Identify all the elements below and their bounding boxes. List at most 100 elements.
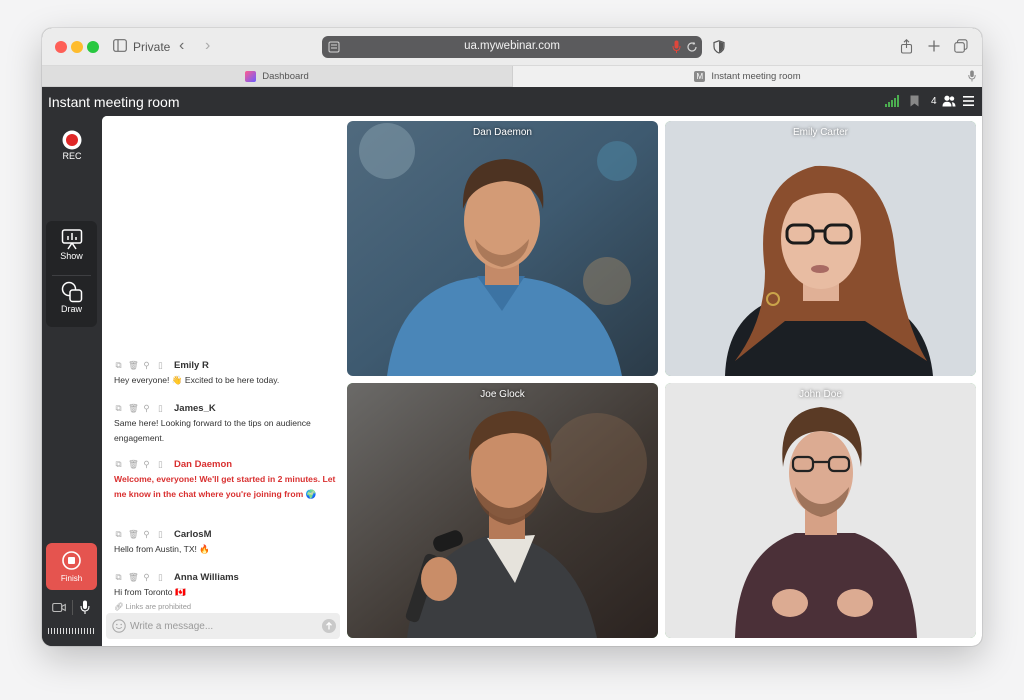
- trash-icon[interactable]: 🗑: [128, 403, 139, 414]
- record-label: REC: [62, 151, 82, 161]
- copy-icon[interactable]: ⧉: [114, 403, 123, 414]
- bookmark-icon[interactable]: ▯: [156, 403, 165, 414]
- message-author: Emily R: [174, 359, 209, 371]
- browser-window: Private ‹ › ua.mywebinar.com Dashboard M…: [42, 28, 982, 646]
- chat-message: ⧉ 🗑 ⚲ ▯ James_K Same here! Looking forwa…: [114, 401, 338, 445]
- participant-name: Dan Daemon: [473, 127, 532, 138]
- privacy-shield-icon[interactable]: [713, 40, 725, 54]
- bookmark-icon[interactable]: ▯: [156, 572, 165, 583]
- video-tile-joe-glock[interactable]: Joe Glock: [347, 383, 658, 638]
- trash-icon[interactable]: 🗑: [128, 529, 139, 540]
- copy-icon[interactable]: ⧉: [114, 459, 123, 470]
- signal-strength-icon: [885, 95, 899, 107]
- share-icon[interactable]: [900, 39, 913, 54]
- browser-titlebar: Private ‹ › ua.mywebinar.com: [42, 28, 982, 66]
- close-window-button[interactable]: [55, 41, 67, 53]
- tab-dashboard[interactable]: Dashboard: [42, 66, 512, 87]
- record-icon: [62, 130, 82, 150]
- send-icon[interactable]: [322, 619, 336, 633]
- message-text: Hey everyone! 👋 Excited to be here today…: [114, 375, 280, 385]
- m-favicon-icon: M: [694, 71, 706, 82]
- copy-icon[interactable]: ⧉: [114, 360, 123, 371]
- sidebar-toggle-icon[interactable]: [113, 39, 127, 55]
- message-author: Dan Daemon: [174, 458, 233, 470]
- url-text: ua.mywebinar.com: [464, 40, 560, 52]
- microphone-icon[interactable]: [80, 600, 90, 615]
- video-tile-john-doe[interactable]: John Doe: [665, 383, 976, 638]
- message-input[interactable]: [130, 618, 310, 634]
- participants-icon[interactable]: [942, 95, 956, 107]
- minimize-window-button[interactable]: [71, 41, 83, 53]
- chat-message: ⧉ 🗑 ⚲ ▯ Anna Williams Hi from Toronto 🇨🇦: [114, 570, 338, 600]
- chat-input-box: [106, 613, 340, 639]
- emoji-icon[interactable]: [112, 619, 126, 633]
- tab-label: Dashboard: [262, 71, 309, 82]
- divider: [52, 275, 91, 276]
- message-author: Anna Williams: [174, 571, 239, 583]
- draw-label: Draw: [60, 304, 82, 314]
- tab-instant-meeting-room[interactable]: M Instant meeting room: [512, 66, 982, 87]
- gamepad-favicon-icon: [245, 71, 257, 82]
- participant-video: [347, 383, 658, 638]
- zoom-window-button[interactable]: [87, 41, 99, 53]
- forward-arrow-icon[interactable]: ›: [205, 38, 210, 54]
- left-toolbar: REC Show Draw Finish: [42, 116, 102, 646]
- chat-message: ⧉ 🗑 ⚲ ▯ CarlosM Hello from Austin, TX! 🔥: [114, 527, 338, 557]
- bookmark-icon[interactable]: ▯: [156, 529, 165, 540]
- message-text: Hi from Toronto 🇨🇦: [114, 587, 186, 597]
- pin-icon[interactable]: ⚲: [142, 360, 151, 371]
- participant-video: [347, 121, 658, 376]
- divider: [72, 600, 73, 615]
- tab-label: Instant meeting room: [711, 71, 801, 82]
- participant-video: [665, 383, 976, 638]
- bookmark-icon[interactable]: ▯: [156, 459, 165, 470]
- draw-button[interactable]: Draw: [46, 281, 97, 314]
- microphone-icon[interactable]: [968, 70, 976, 82]
- private-mode-label: Private: [133, 40, 171, 54]
- link-icon: 🔗︎: [114, 602, 124, 611]
- audio-level-meter: [48, 628, 96, 634]
- trash-icon[interactable]: 🗑: [128, 572, 139, 583]
- microphone-active-icon[interactable]: [672, 40, 681, 54]
- new-tab-plus-icon[interactable]: [928, 40, 940, 52]
- chat-message: ⧉ 🗑 ⚲ ▯ Emily R Hey everyone! 👋 Excited …: [114, 358, 338, 388]
- participant-name: John Doe: [799, 389, 842, 400]
- participant-video: [665, 121, 976, 376]
- bookmark-icon[interactable]: ▯: [156, 360, 165, 371]
- stop-icon: [62, 551, 81, 570]
- bookmark-icon[interactable]: [910, 95, 919, 107]
- show-button[interactable]: Show: [46, 228, 97, 261]
- address-bar[interactable]: ua.mywebinar.com: [322, 36, 702, 58]
- links-note-text: Links are prohibited: [125, 602, 192, 611]
- browser-tab-bar: Dashboard M Instant meeting room: [42, 66, 982, 87]
- pin-icon[interactable]: ⚲: [142, 403, 151, 414]
- participant-count: 4: [931, 96, 937, 107]
- pin-icon[interactable]: ⚲: [142, 459, 151, 470]
- message-text: Welcome, everyone! We'll get started in …: [114, 474, 336, 499]
- tab-overview-icon[interactable]: [954, 39, 968, 53]
- pin-icon[interactable]: ⚲: [142, 529, 151, 540]
- message-text: Same here! Looking forward to the tips o…: [114, 418, 311, 443]
- video-tile-dan-daemon[interactable]: Dan Daemon: [347, 121, 658, 376]
- chat-panel: ⧉ 🗑 ⚲ ▯ Emily R Hey everyone! 👋 Excited …: [102, 116, 344, 646]
- message-text: Hello from Austin, TX! 🔥: [114, 544, 211, 554]
- copy-icon[interactable]: ⧉: [114, 572, 123, 583]
- show-label: Show: [60, 251, 83, 261]
- app-header: Instant meeting room 4: [42, 87, 982, 116]
- participant-name: Joe Glock: [480, 389, 525, 400]
- record-button[interactable]: REC: [42, 130, 102, 161]
- menu-hamburger-icon[interactable]: [963, 96, 974, 106]
- message-author: James_K: [174, 402, 216, 414]
- trash-icon[interactable]: 🗑: [128, 360, 139, 371]
- finish-label: Finish: [60, 574, 83, 583]
- meeting-main: ⧉ 🗑 ⚲ ▯ Emily R Hey everyone! 👋 Excited …: [102, 116, 982, 646]
- trash-icon[interactable]: 🗑: [128, 459, 139, 470]
- finish-button[interactable]: Finish: [46, 543, 97, 590]
- shapes-icon: [61, 281, 82, 303]
- reload-icon[interactable]: [686, 41, 698, 53]
- camera-icon[interactable]: [52, 602, 66, 613]
- video-tile-emily-carter[interactable]: Emily Carter: [665, 121, 976, 376]
- copy-icon[interactable]: ⧉: [114, 529, 123, 540]
- back-arrow-icon[interactable]: ‹: [179, 38, 184, 54]
- pin-icon[interactable]: ⚲: [142, 572, 151, 583]
